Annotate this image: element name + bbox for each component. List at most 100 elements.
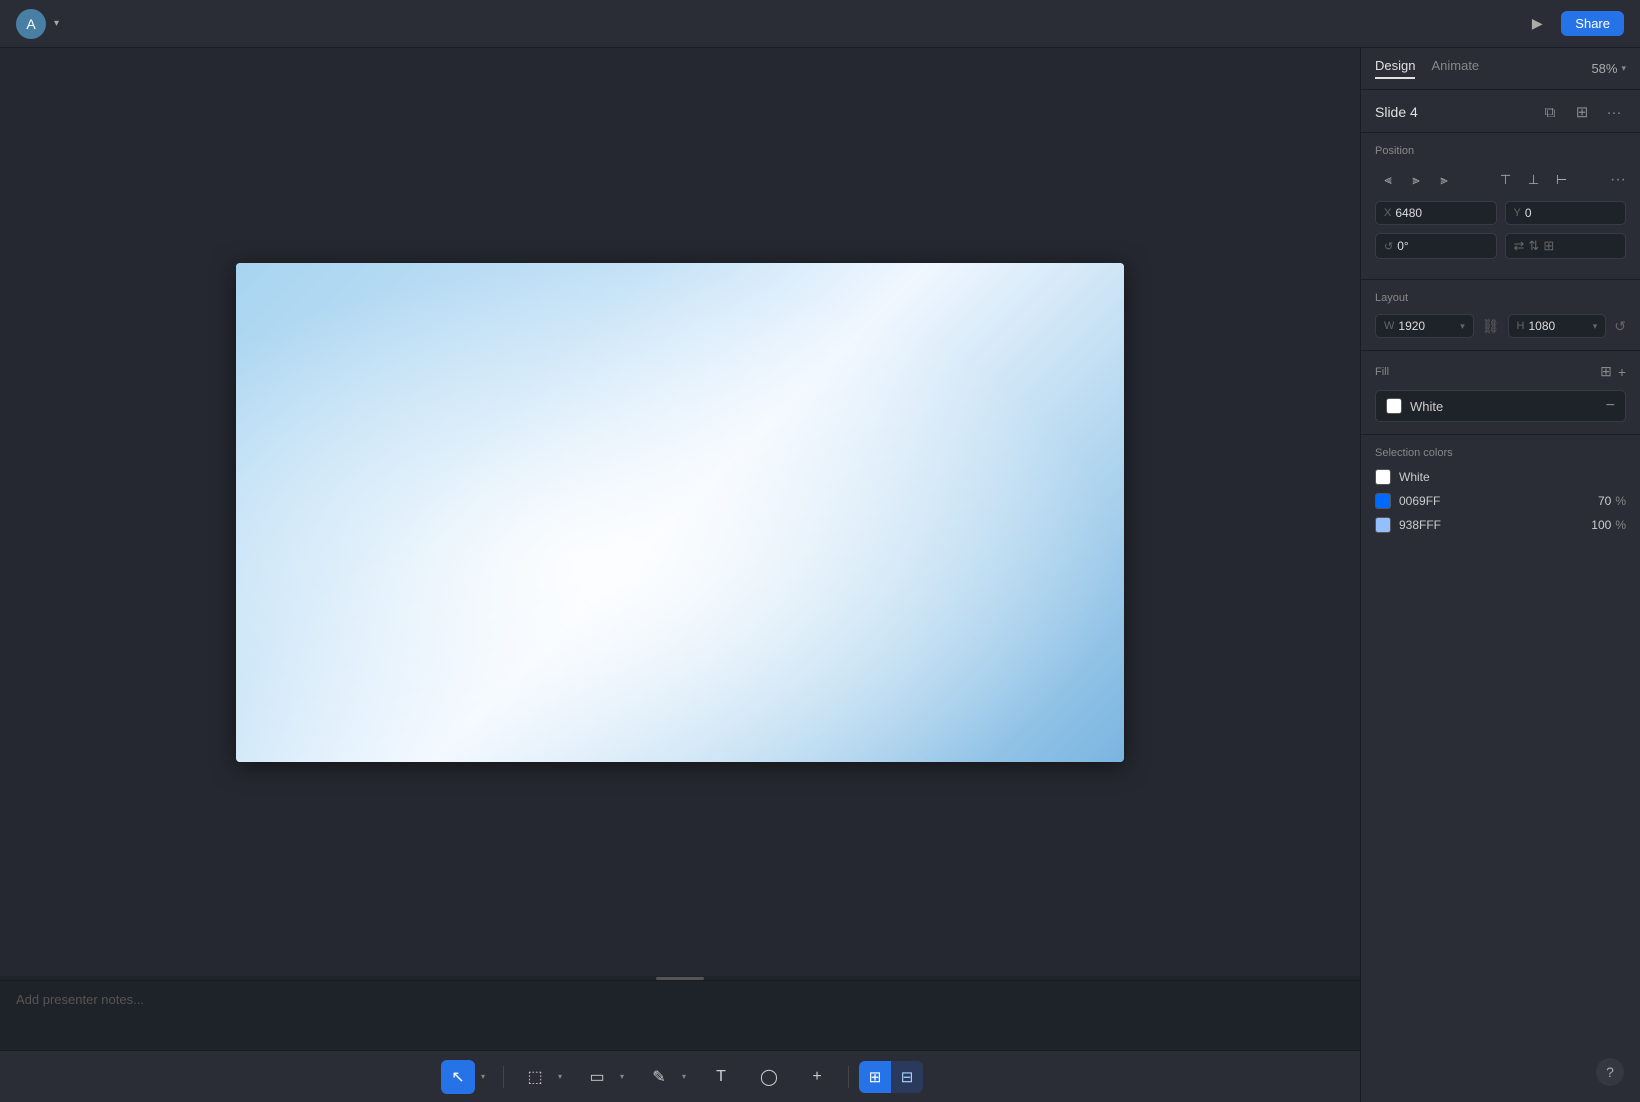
fill-section: Fill ⊞ + White − (1361, 351, 1640, 435)
width-input[interactable] (1398, 319, 1460, 333)
zoom-chevron-icon[interactable]: ▾ (1621, 63, 1626, 74)
fill-icons: ⊞ + (1600, 363, 1626, 380)
bottom-toolbar: ↖ ▾ ⬚ ▾ ▭ ▾ ✎ ▾ T ◯ + (0, 1050, 1360, 1102)
fill-color-name: White (1410, 399, 1443, 414)
y-position-field[interactable]: Y (1505, 201, 1627, 225)
flip-icon: ⇄ (1514, 238, 1525, 254)
toolbar-separator-2 (848, 1066, 849, 1088)
toolbar-separator-1 (503, 1066, 504, 1088)
xy-position-row: X Y (1375, 201, 1626, 225)
color-opacity-0069ff: 70 (1598, 494, 1611, 508)
vertical-align-group: ⊤ ⊥ ⊢ (1493, 167, 1575, 193)
slide-more-icon-button[interactable]: ··· (1602, 100, 1626, 124)
height-input[interactable] (1528, 319, 1592, 333)
fill-row[interactable]: White − (1375, 390, 1626, 422)
fill-color-preview[interactable] (1386, 398, 1402, 414)
shape-tool-button[interactable]: ▭ (580, 1060, 614, 1094)
oval-tool-button[interactable]: ◯ (752, 1060, 786, 1094)
slide-canvas[interactable] (236, 263, 1124, 762)
fill-remove-button[interactable]: − (1606, 397, 1615, 415)
color-entry-938fff: 938FFF 100 % (1375, 517, 1626, 533)
notes-area: Add presenter notes... (0, 980, 1360, 1050)
tab-animate[interactable]: Animate (1431, 58, 1479, 79)
h-label: H (1517, 320, 1525, 332)
shape-tool-group: ▭ ▾ (576, 1060, 632, 1094)
align-top-button[interactable]: ⊤ (1493, 167, 1519, 193)
angle-input[interactable] (1397, 239, 1487, 253)
cursor-tool-arrow[interactable]: ▾ (477, 1060, 489, 1094)
height-chevron-icon[interactable]: ▾ (1593, 321, 1598, 332)
angle-label: ↺ (1384, 240, 1393, 253)
fill-row-inner: White (1386, 398, 1443, 414)
color-name-938fff: 938FFF (1399, 518, 1591, 532)
view-mode-group: ⊞ ⊟ (859, 1061, 923, 1093)
fill-grid-icon-button[interactable]: ⊞ (1600, 363, 1612, 380)
tab-design[interactable]: Design (1375, 58, 1415, 79)
layout-label: Layout (1375, 292, 1626, 304)
panel-tabs: Design Animate (1375, 58, 1479, 79)
x-position-field[interactable]: X (1375, 201, 1497, 225)
align-more-button[interactable]: ··· (1610, 171, 1626, 189)
plus-tool-button[interactable]: + (800, 1060, 834, 1094)
main-layout: Add presenter notes... ↖ ▾ ⬚ ▾ ▭ ▾ ✎ ▾ (0, 48, 1640, 1102)
text-tool-group: T (700, 1060, 742, 1094)
selection-colors-label: Selection colors (1375, 447, 1626, 459)
align-bottom-button[interactable]: ⊢ (1549, 167, 1575, 193)
link-dimensions-button[interactable]: ⛓ (1482, 318, 1500, 335)
y-input[interactable] (1525, 206, 1617, 220)
share-button[interactable]: Share (1561, 11, 1624, 36)
avatar[interactable]: A (16, 9, 46, 39)
slide-canvas-wrapper[interactable] (0, 48, 1360, 976)
slide-title: Slide 4 (1375, 104, 1418, 120)
cursor-tool-button[interactable]: ↖ (441, 1060, 475, 1094)
flip-v-icon: ⇅ (1528, 238, 1539, 254)
constrain-proportions-button[interactable]: ↺ (1614, 318, 1626, 335)
align-middle-button[interactable]: ⊥ (1521, 167, 1547, 193)
slide-component-icon-button[interactable]: ⧉ (1538, 100, 1562, 124)
align-center-button[interactable]: ⫸ (1403, 167, 1429, 193)
play-button[interactable]: ▶ (1523, 10, 1551, 38)
color-swatch-white[interactable] (1375, 469, 1391, 485)
height-field[interactable]: H ▾ (1508, 314, 1607, 338)
view-mode-grid-button[interactable]: ⊞ (859, 1061, 891, 1093)
layout-row: W ▾ ⛓ H ▾ ↺ (1375, 314, 1626, 338)
x-input[interactable] (1395, 206, 1487, 220)
frame-tool-button[interactable]: ⬚ (518, 1060, 552, 1094)
pen-tool-button[interactable]: ✎ (642, 1060, 676, 1094)
position-section: Position ⫷ ⫸ ⫸ ⊤ ⊥ ⊢ ··· X (1361, 133, 1640, 280)
angle-field[interactable]: ↺ (1375, 233, 1497, 259)
shape-tool-arrow[interactable]: ▾ (616, 1060, 628, 1094)
help-button[interactable]: ? (1596, 1058, 1624, 1086)
canvas-area: Add presenter notes... ↖ ▾ ⬚ ▾ ▭ ▾ ✎ ▾ (0, 48, 1360, 1102)
x-label: X (1384, 207, 1391, 219)
zoom-value: 58% (1591, 61, 1617, 76)
fill-header: Fill ⊞ + (1375, 363, 1626, 380)
frame-tool-arrow[interactable]: ▾ (554, 1060, 566, 1094)
slide-title-row: Slide 4 ⧉ ⊞ ··· (1361, 90, 1640, 133)
slide-grid-icon-button[interactable]: ⊞ (1570, 100, 1594, 124)
avatar-chevron-icon[interactable]: ▾ (54, 18, 59, 29)
selection-colors-section: Selection colors White 0069FF 70 % 938FF… (1361, 435, 1640, 553)
align-left-button[interactable]: ⫷ (1375, 167, 1401, 193)
view-mode-list-button[interactable]: ⊟ (891, 1061, 923, 1093)
horizontal-align-group: ⫷ ⫸ ⫸ (1375, 167, 1457, 193)
plus-tool-group: + (796, 1060, 838, 1094)
pen-tool-group: ✎ ▾ (638, 1060, 694, 1094)
align-right-button[interactable]: ⫸ (1431, 167, 1457, 193)
color-entry-white: White (1375, 469, 1626, 485)
frame-tool-group: ⬚ ▾ (514, 1060, 570, 1094)
width-chevron-icon[interactable]: ▾ (1460, 321, 1465, 332)
pen-tool-arrow[interactable]: ▾ (678, 1060, 690, 1094)
top-bar-left: A ▾ (16, 9, 59, 39)
layout-section: Layout W ▾ ⛓ H ▾ ↺ (1361, 280, 1640, 351)
y-label: Y (1514, 207, 1521, 219)
text-tool-button[interactable]: T (704, 1060, 738, 1094)
color-name-white: White (1399, 470, 1626, 484)
color-opacity-938fff: 100 (1591, 518, 1611, 532)
fill-add-button[interactable]: + (1618, 363, 1626, 380)
top-bar-right: ▶ Share (1523, 10, 1624, 38)
angle-row: ↺ ⇄ ⇅ ⊞ (1375, 233, 1626, 259)
color-swatch-0069ff[interactable] (1375, 493, 1391, 509)
color-swatch-938fff[interactable] (1375, 517, 1391, 533)
width-field[interactable]: W ▾ (1375, 314, 1474, 338)
